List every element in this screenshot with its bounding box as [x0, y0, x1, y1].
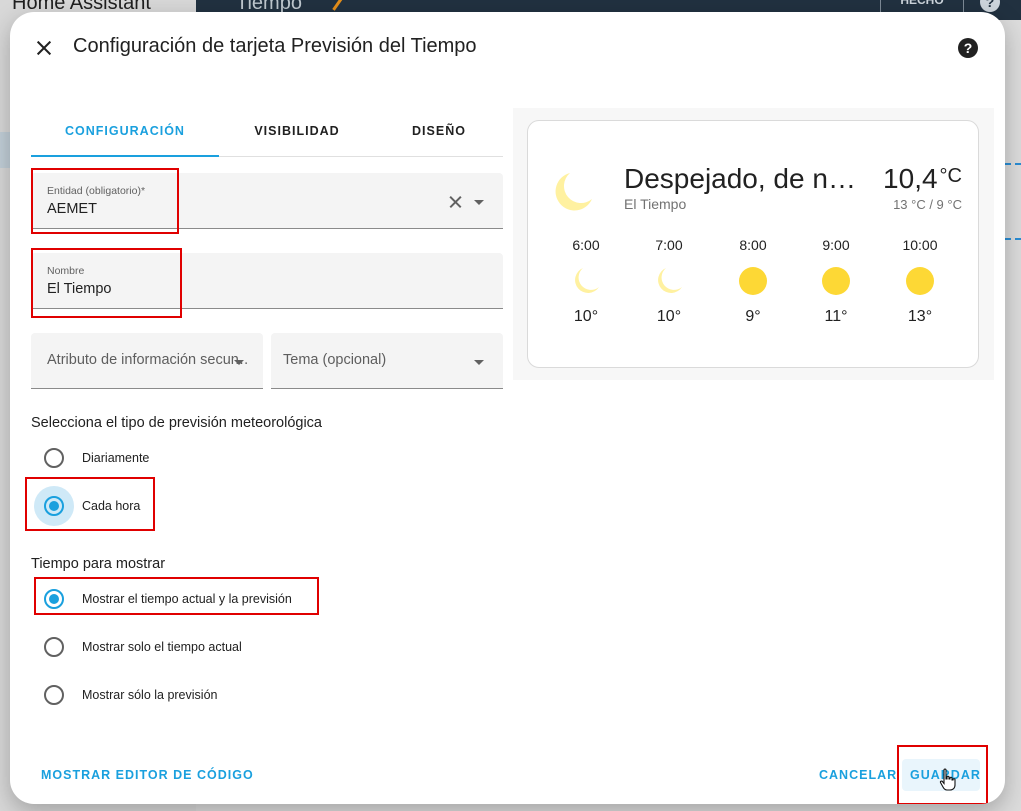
forecast-time: 9:00: [822, 237, 850, 253]
background-dashed-line: [1005, 238, 1021, 240]
secondary-info-attribute-placeholder: Atributo de información secun…: [47, 352, 247, 368]
show-code-editor-button[interactable]: MOSTRAR EDITOR DE CÓDIGO: [41, 768, 254, 782]
forecast-time: 8:00: [739, 237, 767, 253]
radio-current-and-forecast-label: Mostrar el tiempo actual y la previsión: [82, 592, 292, 606]
card-config-dialog: Configuración de tarjeta Previsión del T…: [10, 12, 1005, 804]
entity-field-value: AEMET: [47, 201, 97, 217]
forecast-temperature: 11°: [824, 308, 848, 325]
tab-configuracion[interactable]: CONFIGURACIÓN: [31, 112, 219, 157]
tab-visibilidad[interactable]: VISIBILIDAD: [219, 112, 375, 157]
name-field-value: El Tiempo: [47, 281, 112, 297]
temperature-unit: °C: [939, 165, 962, 187]
sun-icon: [738, 266, 768, 296]
chevron-down-icon[interactable]: [234, 360, 244, 365]
dialog-title: Configuración de tarjeta Previsión del T…: [73, 35, 477, 57]
secondary-info-attribute-select[interactable]: Atributo de información secun…: [31, 333, 263, 389]
hand-cursor-icon: [939, 768, 956, 791]
radio-button[interactable]: [44, 637, 64, 657]
forecast-item: 10:00 13°: [890, 237, 950, 326]
radio-hourly-label: Cada hora: [82, 499, 141, 513]
radio-button[interactable]: [44, 589, 64, 609]
radio-current-only-label: Mostrar solo el tiempo actual: [82, 640, 242, 654]
forecast-time: 7:00: [655, 237, 683, 253]
radio-button[interactable]: [44, 496, 64, 516]
current-temperature-value: 10,4: [883, 163, 938, 194]
forecast-item: 6:00 10°: [556, 237, 616, 326]
radio-button[interactable]: [44, 448, 64, 468]
tab-bar: CONFIGURACIÓN VISIBILIDAD DISEÑO: [31, 112, 503, 157]
chevron-down-icon[interactable]: [474, 360, 484, 365]
forecast-temperature: 9°: [745, 308, 761, 325]
cancel-button[interactable]: CANCELAR: [819, 768, 897, 782]
sun-icon: [905, 266, 935, 296]
radio-current-only[interactable]: Mostrar solo el tiempo actual: [31, 628, 331, 668]
forecast-type-label: Selecciona el tipo de previsión meteorol…: [31, 415, 322, 431]
forecast-item: 9:00 11°: [806, 237, 866, 326]
high-low-temperature: 13 °C / 9 °C: [893, 197, 962, 212]
clear-icon[interactable]: [447, 193, 465, 211]
help-icon[interactable]: ?: [958, 38, 978, 58]
edit-pencil-icon: [323, 0, 343, 11]
moon-icon: [555, 173, 592, 211]
entity-field-label: Entidad (obligatorio)*: [47, 185, 146, 197]
radio-daily[interactable]: Diariamente: [31, 439, 311, 479]
sidebar-selected-strip: [0, 132, 10, 168]
toolbar-help-icon: ?: [980, 0, 1000, 12]
close-icon[interactable]: [32, 36, 56, 60]
radio-forecast-only-label: Mostrar sólo la previsión: [82, 688, 218, 702]
entity-field[interactable]: Entidad (obligatorio)* AEMET: [31, 173, 503, 229]
moon-icon: [654, 266, 684, 296]
forecast-time: 10:00: [902, 237, 938, 253]
radio-current-and-forecast[interactable]: Mostrar el tiempo actual y la previsión: [31, 580, 331, 620]
name-field[interactable]: Nombre El Tiempo: [31, 253, 503, 309]
radio-daily-label: Diariamente: [82, 451, 150, 465]
chevron-down-icon[interactable]: [474, 200, 484, 205]
radio-hourly[interactable]: Cada hora: [31, 486, 311, 527]
forecast-temperature: 13°: [907, 308, 933, 325]
forecast-time: 6:00: [572, 237, 600, 253]
forecast-item: 7:00 10°: [639, 237, 699, 326]
weather-condition: Despejado, de noche: [624, 163, 866, 194]
theme-placeholder: Tema (opcional): [283, 352, 387, 368]
show-mode-label: Tiempo para mostrar: [31, 556, 166, 572]
forecast-temperature: 10°: [656, 308, 682, 325]
weather-entity-name: El Tiempo: [624, 196, 687, 212]
current-temperature: 10,4 °C: [883, 163, 962, 195]
name-field-label: Nombre: [47, 265, 85, 277]
theme-select[interactable]: Tema (opcional): [271, 333, 503, 389]
moon-icon: [571, 266, 601, 296]
sun-icon: [821, 266, 851, 296]
radio-button[interactable]: [44, 685, 64, 705]
tab-diseno[interactable]: DISEÑO: [375, 112, 503, 157]
background-dashed-line: [1005, 163, 1021, 165]
forecast-item: 8:00 9°: [723, 237, 783, 326]
forecast-temperature: 10°: [573, 308, 599, 325]
weather-forecast-card: Despejado, de noche El Tiempo 10,4 °C 13 …: [527, 120, 979, 368]
radio-forecast-only[interactable]: Mostrar sólo la previsión: [31, 676, 331, 716]
